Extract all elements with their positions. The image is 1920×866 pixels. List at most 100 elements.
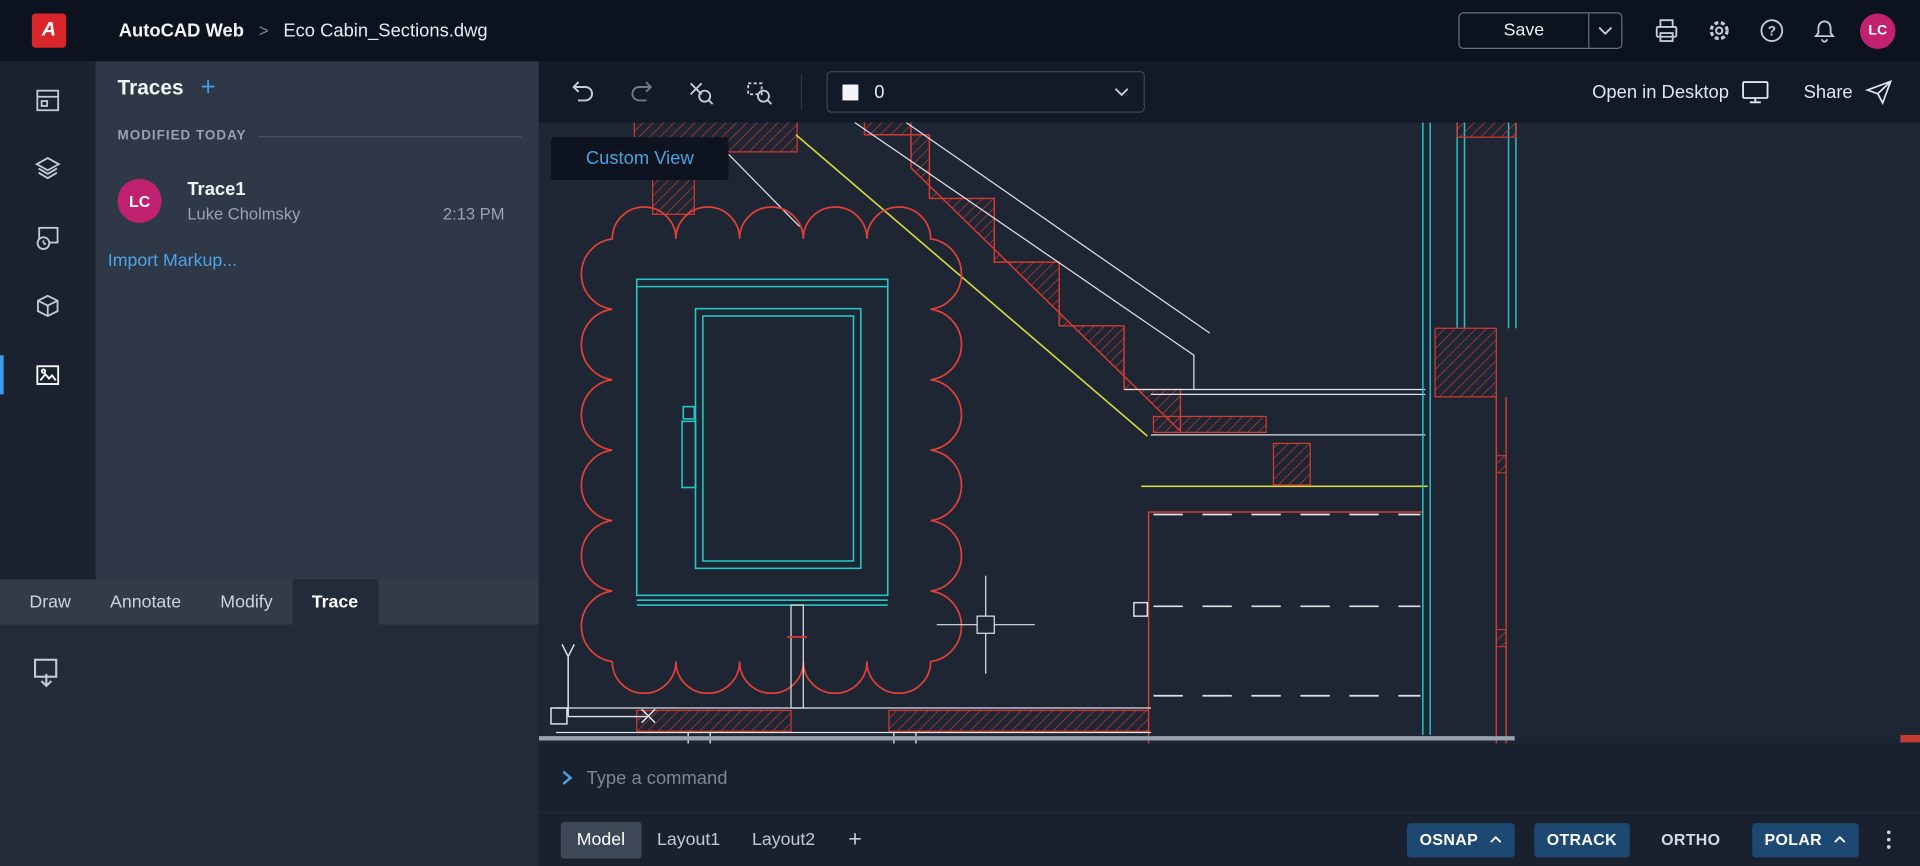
command-bar — [539, 744, 1920, 813]
user-avatar[interactable]: LC — [1860, 13, 1896, 49]
zoom-selection-button[interactable] — [683, 75, 717, 109]
settings-button[interactable] — [1704, 16, 1733, 45]
polar-toggle[interactable]: POLAR — [1752, 823, 1859, 857]
section-divider — [259, 135, 522, 136]
trace-author: Luke Cholmsky — [187, 205, 300, 223]
trace-timestamp: 2:13 PM — [443, 205, 505, 223]
tab-annotate[interactable]: Annotate — [90, 579, 200, 624]
layer-color-swatch — [842, 84, 858, 100]
tab-layout1[interactable]: Layout1 — [641, 821, 736, 858]
undo-icon — [568, 77, 597, 106]
breadcrumb-separator: > — [259, 21, 269, 41]
toolbar-divider — [801, 73, 802, 110]
bell-icon — [1810, 16, 1839, 45]
print-button[interactable] — [1652, 16, 1681, 45]
top-bar: A AutoCAD Web > Eco Cabin_Sections.dwg S… — [0, 0, 1920, 61]
trace-tools-panel — [0, 625, 539, 866]
chevron-up-icon — [1833, 835, 1846, 844]
drawing-history-icon — [33, 223, 62, 252]
command-input[interactable] — [584, 766, 1098, 789]
share-label: Share — [1804, 81, 1853, 102]
tab-model[interactable]: Model — [561, 821, 641, 858]
save-button-group: Save — [1458, 12, 1622, 49]
breadcrumb-file-name[interactable]: Eco Cabin_Sections.dwg — [283, 20, 487, 41]
add-trace-button[interactable]: + — [201, 76, 216, 100]
chevron-down-icon — [1598, 26, 1613, 36]
chevron-down-icon — [1114, 87, 1129, 97]
polar-label: POLAR — [1764, 830, 1822, 848]
left-rail — [0, 61, 96, 579]
undo-button[interactable] — [566, 75, 600, 109]
import-trace-icon — [29, 654, 66, 691]
trace-author-avatar: LC — [118, 179, 162, 223]
redo-button[interactable] — [624, 75, 658, 109]
rail-item-layers[interactable] — [0, 135, 96, 204]
current-layer-name: 0 — [874, 81, 1114, 102]
tab-layout2[interactable]: Layout2 — [736, 821, 831, 858]
drawing-panel-icon — [33, 86, 62, 115]
section-lines-yellow — [796, 135, 1428, 487]
tool-panel-tabs: Draw Annotate Modify Trace — [0, 579, 539, 624]
save-button[interactable]: Save — [1460, 13, 1589, 47]
command-prompt-icon — [561, 769, 573, 786]
zoom-window-icon — [744, 77, 773, 106]
notifications-button[interactable] — [1810, 16, 1839, 45]
bottom-status-bar: Model Layout1 Layout2 + OSNAP OTRACK ORT… — [539, 812, 1920, 866]
share-button[interactable]: Share — [1804, 78, 1893, 105]
trace-tool-button[interactable] — [27, 652, 69, 694]
ortho-toggle[interactable]: ORTHO — [1649, 823, 1733, 857]
trace-list-item[interactable]: LC Trace1 Luke Cholmsky 2:13 PM — [118, 169, 539, 233]
wall-block-hatch — [1435, 328, 1496, 397]
share-plane-icon — [1865, 78, 1893, 105]
beam-hatch — [1273, 443, 1310, 485]
grip-point[interactable] — [1134, 603, 1147, 616]
osnap-label: OSNAP — [1420, 830, 1478, 848]
save-options-button[interactable] — [1588, 13, 1621, 47]
wall-cap-hatch — [1457, 122, 1516, 137]
crosshair-cursor[interactable] — [937, 576, 1035, 674]
svg-text:?: ? — [1768, 24, 1776, 39]
layers-icon — [33, 154, 62, 183]
zoom-window-button[interactable] — [742, 75, 776, 109]
tab-draw[interactable]: Draw — [10, 579, 91, 624]
autocad-logo-icon[interactable]: A — [32, 13, 66, 47]
rail-item-history[interactable] — [0, 203, 96, 272]
help-button[interactable]: ? — [1757, 16, 1786, 45]
desktop-monitor-icon — [1741, 79, 1769, 105]
post-below-window — [791, 605, 803, 708]
cad-drawing[interactable] — [539, 122, 1920, 743]
add-layout-button[interactable]: + — [848, 826, 862, 853]
ortho-label: ORTHO — [1661, 830, 1720, 848]
drawing-viewport[interactable]: Custom View — [539, 122, 1920, 743]
canvas-toolbar: 0 Open in Desktop Share — [539, 61, 1920, 122]
otrack-toggle[interactable]: OTRACK — [1534, 823, 1629, 857]
blocks-icon — [33, 292, 62, 321]
dashed-hidden-lines — [1153, 514, 1420, 695]
rail-item-blocks[interactable] — [0, 272, 96, 341]
kebab-menu-icon — [1886, 830, 1890, 834]
rail-item-traces[interactable] — [0, 341, 96, 410]
chevron-up-icon — [1489, 835, 1502, 844]
layer-select[interactable]: 0 — [827, 71, 1145, 113]
autocad-web-window: A AutoCAD Web > Eco Cabin_Sections.dwg S… — [0, 0, 1920, 866]
breadcrumb-app-name[interactable]: AutoCAD Web — [119, 20, 244, 41]
open-in-desktop-button[interactable]: Open in Desktop — [1592, 79, 1769, 105]
rail-item-drawing-panel[interactable] — [0, 66, 96, 135]
printer-icon — [1652, 16, 1681, 45]
traces-icon — [33, 360, 62, 389]
modified-today-label: MODIFIED TODAY — [118, 129, 247, 144]
trace-name: Trace1 — [187, 179, 504, 200]
viewport-view-label[interactable]: Custom View — [551, 137, 729, 180]
canvas-hscrollbar[interactable] — [539, 736, 1515, 740]
import-markup-link[interactable]: Import Markup... — [108, 251, 237, 271]
redo-icon — [627, 77, 656, 106]
help-icon: ? — [1757, 16, 1786, 45]
tab-modify[interactable]: Modify — [201, 579, 292, 624]
gear-icon — [1704, 16, 1733, 45]
window-detail — [637, 279, 888, 605]
osnap-toggle[interactable]: OSNAP — [1407, 823, 1514, 857]
tab-trace[interactable]: Trace — [292, 579, 378, 624]
open-in-desktop-label: Open in Desktop — [1592, 81, 1729, 102]
wall-boundary-red — [1149, 397, 1507, 744]
status-bar-menu-button[interactable] — [1878, 830, 1898, 848]
